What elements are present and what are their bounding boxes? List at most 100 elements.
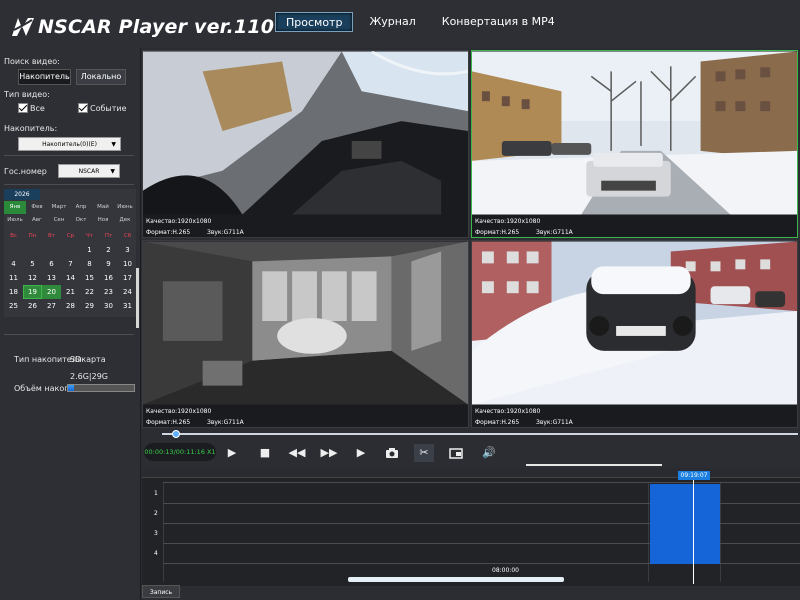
calendar-day[interactable]: 19 <box>23 285 42 299</box>
calendar-month[interactable]: Окт <box>70 214 92 227</box>
timeline-zoom-bar[interactable] <box>526 464 662 466</box>
recording-segment[interactable] <box>650 484 720 564</box>
calendar-day[interactable]: 10 <box>118 257 137 271</box>
calendar-month[interactable]: Фев <box>26 201 48 214</box>
calendar-year[interactable]: 2026 <box>4 189 40 200</box>
scissors-icon[interactable]: ✂ <box>414 444 434 462</box>
plate-label: Гос.номер <box>4 167 47 176</box>
drive-select[interactable]: Накопитель(0)(E) ▼ <box>18 137 121 151</box>
calendar-day[interactable]: 18 <box>4 285 23 299</box>
calendar-day[interactable]: 29 <box>80 299 99 313</box>
calendar-month[interactable]: Май <box>92 201 114 214</box>
storage-type-value: SDкарта <box>70 355 106 364</box>
storage-usage-fill <box>68 385 74 391</box>
playback-progress[interactable] <box>142 430 800 438</box>
calendar-day[interactable]: 2 <box>99 243 118 257</box>
fast-forward-icon[interactable]: ▶▶ <box>319 444 339 462</box>
calendar-month[interactable]: Июль <box>4 214 26 227</box>
calendar-day[interactable]: 17 <box>118 271 137 285</box>
source-drive-button[interactable]: Накопитель <box>18 69 71 85</box>
calendar-day[interactable]: 13 <box>42 271 61 285</box>
camera-cell-3[interactable]: Качество:1920x1080 Формат:H.265 Звук:G71… <box>142 240 469 428</box>
calendar-day[interactable]: 15 <box>80 271 99 285</box>
stop-icon[interactable]: ■ <box>255 444 275 462</box>
calendar-day[interactable]: 7 <box>61 257 80 271</box>
calendar-month[interactable]: Апр <box>70 201 92 214</box>
camera-format: Формат:H.265 <box>475 419 520 426</box>
calendar-day[interactable]: 22 <box>80 285 99 299</box>
calendar-day[interactable]: 23 <box>99 285 118 299</box>
calendar-scrollbar[interactable] <box>136 268 139 328</box>
storage-size-value: 2.6G|29G <box>70 372 108 381</box>
calendar-month[interactable]: Дек <box>114 214 136 227</box>
calendar-day[interactable]: 1 <box>80 243 99 257</box>
timeline-gridline <box>720 482 721 582</box>
source-local-button[interactable]: Локально <box>76 69 126 85</box>
calendar-day[interactable]: 31 <box>118 299 137 313</box>
camera-sound: Звук:G711A <box>207 229 244 236</box>
rewind-icon[interactable]: ◀◀ <box>287 444 307 462</box>
camera-cell-1[interactable]: Качество:1920x1080 Формат:H.265 Звук:G71… <box>142 50 469 238</box>
calendar-day[interactable]: 5 <box>23 257 42 271</box>
camera-icon[interactable] <box>382 444 402 462</box>
timeline-row-label: 1 <box>154 490 158 497</box>
export-icon[interactable] <box>446 444 466 462</box>
tab-journal[interactable]: Журнал <box>359 12 425 32</box>
type-event-checkbox[interactable] <box>78 103 88 113</box>
progress-track[interactable] <box>162 433 798 435</box>
calendar-day[interactable]: 25 <box>4 299 23 313</box>
calendar-month[interactable]: Авг <box>26 214 48 227</box>
calendar-day[interactable]: 16 <box>99 271 118 285</box>
calendar-day[interactable]: 11 <box>4 271 23 285</box>
camera-sound: Звук:G711A <box>536 229 573 236</box>
tab-convert-mp4[interactable]: Конвертация в MP4 <box>432 12 565 32</box>
calendar-months: Янв Фев Март Апр Май Июнь Июль Авг Сен Окт Ноя Дек <box>4 201 136 227</box>
calendar-month[interactable]: Июнь <box>114 201 136 214</box>
camera-cell-2[interactable]: Качество:1920x1080 Формат:H.265 Звук:G71… <box>471 50 798 238</box>
type-event-label: Событие <box>90 104 127 113</box>
calendar-weekdays: Вс Пн Вт Ср Чт Пт Сб <box>4 231 136 241</box>
timeline-row-label: 3 <box>154 530 158 537</box>
camera-sound: Звук:G711A <box>207 419 244 426</box>
calendar-day[interactable]: 4 <box>4 257 23 271</box>
calendar-month[interactable]: Янв <box>4 201 26 214</box>
calendar-day[interactable]: 24 <box>118 285 137 299</box>
divider <box>4 334 134 335</box>
calendar-day[interactable]: 27 <box>42 299 61 313</box>
calendar-day[interactable]: 8 <box>80 257 99 271</box>
timeline-cursor[interactable] <box>693 478 694 584</box>
tab-view[interactable]: Просмотр <box>275 12 354 32</box>
calendar-day[interactable]: 28 <box>61 299 80 313</box>
camera-quality: Качество:1920x1080 <box>475 408 541 415</box>
camera-cell-4[interactable]: Качество:1920x1080 Формат:H.265 Звук:G71… <box>471 240 798 428</box>
volume-icon[interactable]: 🔊 <box>479 444 499 462</box>
next-frame-icon[interactable]: ▶ <box>351 444 371 462</box>
divider <box>4 155 134 156</box>
tab-record[interactable]: Запись <box>142 585 180 598</box>
playback-time: 00:00:13/00:11:16 X1 <box>144 443 216 461</box>
timeline-scrollbar[interactable] <box>348 577 564 582</box>
camera-quality: Качество:1920x1080 <box>146 408 212 415</box>
calendar-day[interactable]: 30 <box>99 299 118 313</box>
camera-format: Формат:H.265 <box>475 229 520 236</box>
calendar-month[interactable]: Сен <box>48 214 70 227</box>
calendar-day[interactable]: 26 <box>23 299 42 313</box>
calendar-month[interactable]: Ноя <box>92 214 114 227</box>
calendar-day[interactable]: 12 <box>23 271 42 285</box>
play-icon[interactable]: ▶ <box>222 444 242 462</box>
calendar-weekday: Пн <box>28 233 37 239</box>
calendar-day[interactable]: 6 <box>42 257 61 271</box>
progress-knob[interactable] <box>172 430 180 438</box>
timeline[interactable]: 1 2 3 4 09:19:07 08:00:00 <box>142 468 800 586</box>
calendar-day <box>61 243 80 257</box>
calendar-days: 1 2 3 4 5 6 7 8 9 10 11 12 13 14 15 16 17 18 19 20 21 22 23 24 2… <box>4 243 136 313</box>
calendar-day[interactable]: 14 <box>61 271 80 285</box>
calendar-month[interactable]: Март <box>48 201 70 214</box>
calendar-day[interactable]: 9 <box>99 257 118 271</box>
plate-select[interactable]: NSCAR ▼ <box>58 164 120 178</box>
calendar-day[interactable]: 20 <box>42 285 61 299</box>
calendar-day[interactable]: 3 <box>118 243 137 257</box>
type-all-checkbox[interactable] <box>18 103 28 113</box>
timeline-row-label: 2 <box>154 510 158 517</box>
calendar-day[interactable]: 21 <box>61 285 80 299</box>
